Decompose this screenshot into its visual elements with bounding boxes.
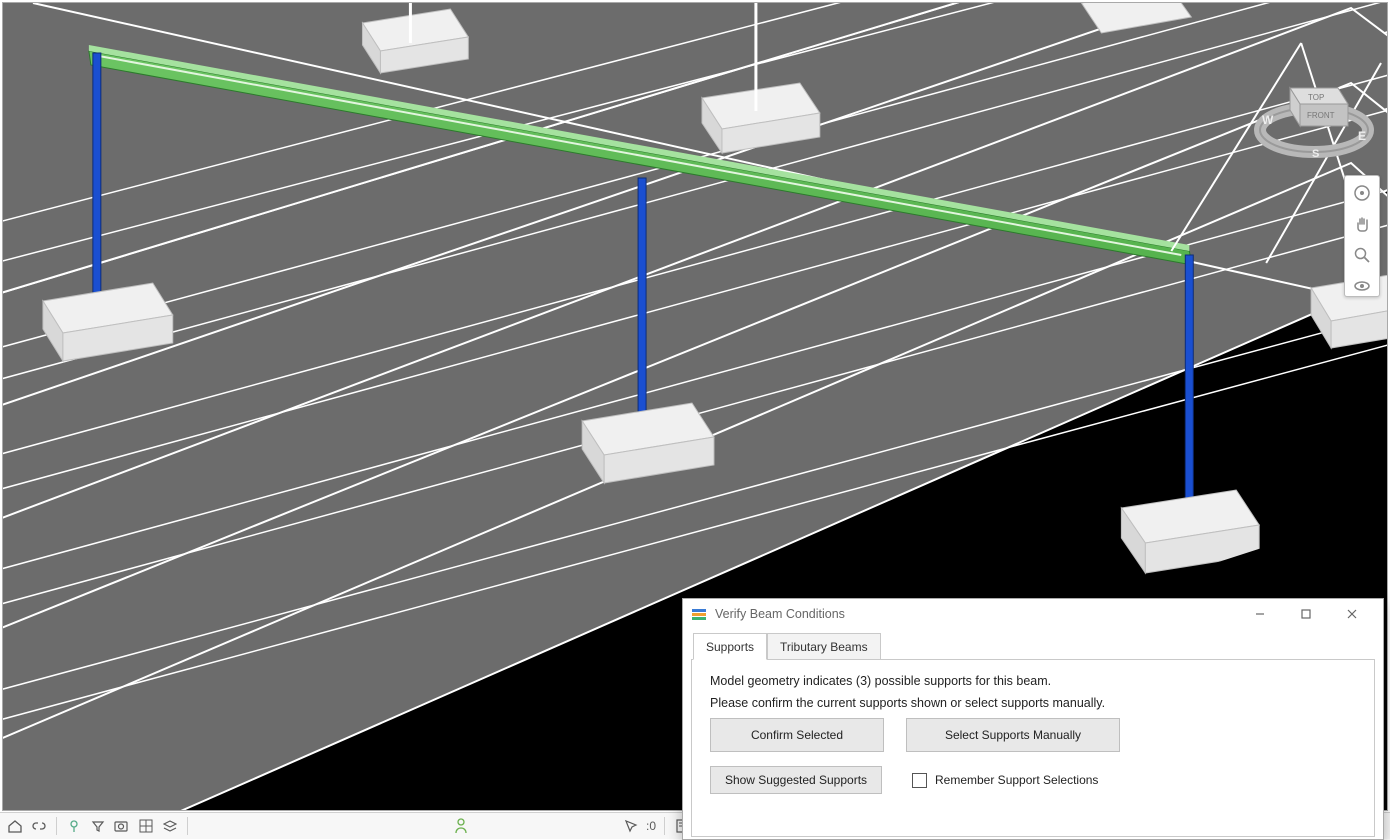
layers-icon[interactable] bbox=[161, 817, 179, 835]
close-button[interactable] bbox=[1329, 599, 1375, 629]
supports-message-1: Model geometry indicates (3) possible su… bbox=[710, 674, 1356, 688]
selection-count: :0 bbox=[646, 819, 656, 833]
grid-icon[interactable] bbox=[137, 817, 155, 835]
viewcube-front: FRONT bbox=[1307, 111, 1335, 120]
tab-tributary-beams[interactable]: Tributary Beams bbox=[767, 633, 881, 660]
filter-icon[interactable] bbox=[89, 817, 107, 835]
viewcube-top: TOP bbox=[1308, 93, 1324, 102]
tab-panel-supports: Model geometry indicates (3) possible su… bbox=[691, 660, 1375, 837]
remember-selections-label: Remember Support Selections bbox=[935, 773, 1098, 787]
zoom-icon[interactable] bbox=[1348, 241, 1376, 269]
select-icon[interactable] bbox=[622, 817, 640, 835]
person-icon[interactable] bbox=[452, 817, 470, 835]
maximize-button[interactable] bbox=[1283, 599, 1329, 629]
checkbox-box[interactable] bbox=[912, 773, 927, 788]
orbit-icon[interactable] bbox=[1348, 272, 1376, 300]
nav-toolbar bbox=[1344, 175, 1380, 297]
camera-icon[interactable] bbox=[113, 817, 131, 835]
verify-beam-dialog: Verify Beam Conditions Supports Tributar… bbox=[682, 598, 1384, 840]
home-icon[interactable] bbox=[6, 817, 24, 835]
supports-message-2: Please confirm the current supports show… bbox=[710, 696, 1356, 710]
select-supports-manually-button[interactable]: Select Supports Manually bbox=[906, 718, 1120, 752]
dialog-title: Verify Beam Conditions bbox=[715, 607, 845, 621]
link-icon[interactable] bbox=[30, 817, 48, 835]
minimize-button[interactable] bbox=[1237, 599, 1283, 629]
dialog-titlebar[interactable]: Verify Beam Conditions bbox=[683, 599, 1383, 629]
fullnav-icon[interactable] bbox=[1348, 179, 1376, 207]
remember-selections-checkbox[interactable]: Remember Support Selections bbox=[912, 773, 1098, 788]
pan-hand-icon[interactable] bbox=[1348, 210, 1376, 238]
show-suggested-supports-button[interactable]: Show Suggested Supports bbox=[710, 766, 882, 794]
dialog-tabs: Supports Tributary Beams bbox=[691, 633, 1375, 660]
tab-supports[interactable]: Supports bbox=[693, 633, 767, 660]
compass-e: E bbox=[1358, 129, 1366, 143]
view-cube[interactable]: W E S TOP FRONT bbox=[1250, 60, 1378, 160]
pin-icon[interactable] bbox=[65, 817, 83, 835]
confirm-selected-button[interactable]: Confirm Selected bbox=[710, 718, 884, 752]
compass-s: S bbox=[1312, 148, 1319, 160]
app-logo-icon bbox=[691, 606, 707, 622]
compass-w: W bbox=[1262, 113, 1274, 127]
